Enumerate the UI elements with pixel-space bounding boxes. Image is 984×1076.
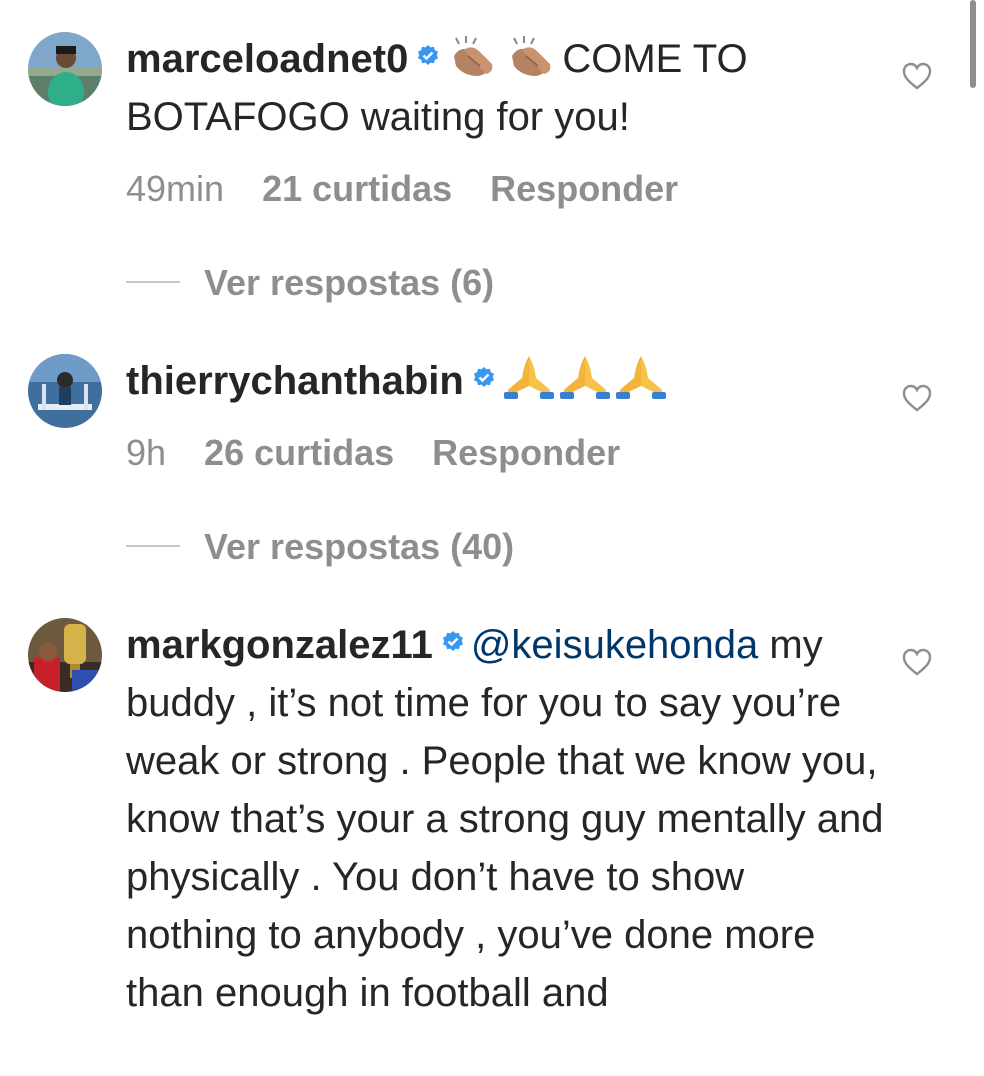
view-replies-label: Ver respostas (6): [204, 262, 495, 303]
reply-button[interactable]: Responder: [490, 168, 678, 209]
like-count[interactable]: 21 curtidas: [262, 168, 452, 209]
avatar[interactable]: [28, 32, 102, 106]
like-count[interactable]: 26 curtidas: [204, 432, 394, 473]
comment-body: marceloadnet0 COME TO BOTAFOGO waiting fo…: [126, 30, 886, 146]
clapping-hands-icon: [446, 34, 502, 78]
scrollbar[interactable]: [970, 0, 976, 88]
username[interactable]: marceloadnet0: [126, 37, 408, 81]
verified-badge-icon: [416, 44, 440, 68]
view-replies-label: Ver respostas (40): [204, 526, 515, 567]
comment-text: my buddy , it’s not time for you to say …: [126, 623, 884, 1015]
avatar[interactable]: [28, 354, 102, 428]
mention-link[interactable]: @keisukehonda: [471, 623, 758, 667]
username[interactable]: markgonzalez11: [126, 623, 433, 667]
like-heart-icon[interactable]: [902, 384, 932, 412]
comment-time: 49min: [126, 168, 225, 209]
comment-meta: 9h 26 curtidas Responder: [126, 432, 658, 474]
like-heart-icon[interactable]: [902, 62, 932, 90]
view-replies-button[interactable]: Ver respostas (40): [126, 526, 514, 568]
comment-meta: 49min 21 curtidas Responder: [126, 168, 716, 210]
folded-hands-icon: [558, 352, 612, 400]
comment-time: 9h: [126, 432, 167, 473]
avatar[interactable]: [28, 618, 102, 692]
folded-hands-icon: [502, 352, 556, 400]
replies-divider: [126, 281, 180, 283]
replies-divider: [126, 545, 180, 547]
clapping-hands-icon: [504, 34, 560, 78]
verified-badge-icon: [441, 630, 465, 654]
verified-badge-icon: [472, 366, 496, 390]
like-heart-icon[interactable]: [902, 648, 932, 676]
reply-button[interactable]: Responder: [432, 432, 620, 473]
comment-body: markgonzalez11 @keisukehonda my buddy , i…: [126, 616, 886, 1022]
comment-body: thierrychanthabin: [126, 352, 886, 410]
username[interactable]: thierrychanthabin: [126, 359, 464, 403]
view-replies-button[interactable]: Ver respostas (6): [126, 262, 494, 304]
folded-hands-icon: [614, 352, 668, 400]
